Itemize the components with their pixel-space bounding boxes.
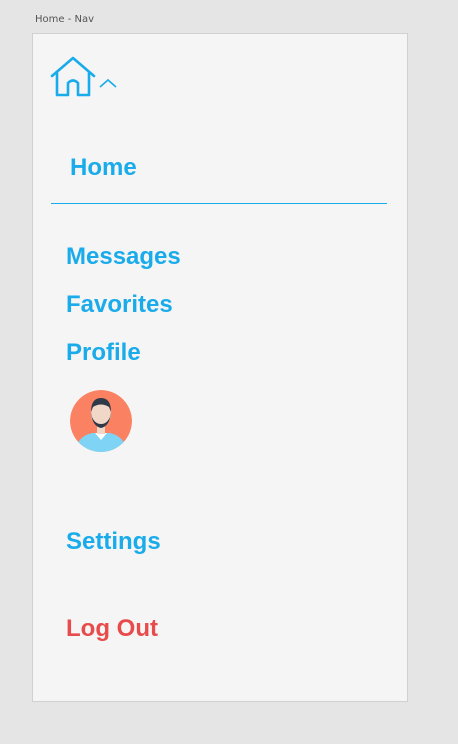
nav-panel: Home Messages Favorites Profile Settings… [32, 33, 408, 702]
logout-button[interactable]: Log Out [66, 615, 158, 643]
nav-title-home[interactable]: Home [70, 154, 137, 182]
nav-item-favorites[interactable]: Favorites [66, 291, 173, 319]
nav-item-settings[interactable]: Settings [66, 528, 161, 556]
home-icon[interactable] [49, 54, 97, 98]
divider [51, 203, 387, 204]
nav-item-messages[interactable]: Messages [66, 243, 181, 271]
chevron-up-icon[interactable] [99, 78, 117, 88]
nav-item-profile[interactable]: Profile [66, 339, 141, 367]
artboard-label: Home - Nav [35, 14, 95, 25]
avatar[interactable] [70, 390, 132, 452]
